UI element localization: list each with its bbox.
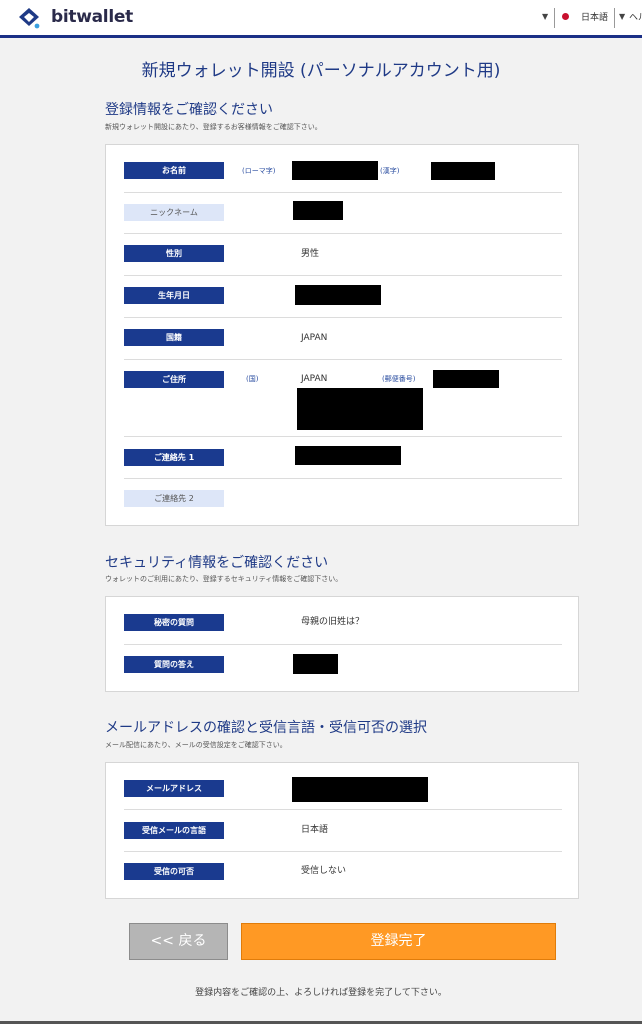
security-section-subtitle: ウォレットのご利用にあたり、登録するセキュリティ情報をご確認下さい。 <box>105 575 343 583</box>
top-header: bitwallet ▼ 日本語 ▼ ヘル <box>0 0 642 38</box>
row-divider <box>124 192 562 193</box>
nickname-redacted <box>293 201 343 220</box>
postal-code-redacted <box>433 370 499 388</box>
kanji-hint: (漢字) <box>380 167 400 175</box>
address-detail-redacted <box>297 388 423 430</box>
email-address-label: メールアドレス <box>124 780 224 797</box>
birthdate-label: 生年月日 <box>124 287 224 304</box>
japan-flag-icon <box>562 13 569 20</box>
secret-question-value: 母親の旧姓は？ <box>301 617 365 627</box>
contact2-label: ご連絡先 2 <box>124 490 224 507</box>
address-country-value: JAPAN <box>301 374 328 384</box>
row-divider <box>124 809 562 810</box>
row-divider <box>124 644 562 645</box>
chevron-down-icon[interactable]: ▼ <box>542 12 548 21</box>
divider <box>554 8 555 28</box>
address-label: ご住所 <box>124 371 224 388</box>
contact1-redacted <box>295 446 401 465</box>
row-divider <box>124 275 562 276</box>
chevron-down-icon[interactable]: ▼ <box>619 12 625 21</box>
email-section-title: メールアドレスの確認と受信言語・受信可否の選択 <box>105 720 427 736</box>
email-card: メールアドレス 受信メールの言語 日本語 受信の可否 受信しない <box>105 762 579 899</box>
mail-language-value: 日本語 <box>301 825 329 835</box>
registration-card: お名前 (ローマ字) (漢字) ニックネーム 性別 男性 生年月日 国籍 JAP… <box>105 144 579 526</box>
mail-receive-label: 受信の可否 <box>124 863 224 880</box>
mail-language-label: 受信メールの言語 <box>124 822 224 839</box>
nationality-value: JAPAN <box>301 333 328 343</box>
country-hint: (国) <box>246 375 259 383</box>
postal-code-hint: (郵便番号) <box>382 375 416 383</box>
secret-answer-label: 質問の答え <box>124 656 224 673</box>
gender-label: 性別 <box>124 245 224 262</box>
row-divider <box>124 233 562 234</box>
registration-section-title: 登録情報をご確認ください <box>105 102 273 118</box>
page-title: 新規ウォレット開設 (パーソナルアカウント用) <box>141 61 501 81</box>
name-romaji-redacted <box>292 161 378 180</box>
security-section-title: セキュリティ情報をご確認ください <box>105 555 329 571</box>
gender-value: 男性 <box>301 249 320 259</box>
contact1-label: ご連絡先 1 <box>124 449 224 466</box>
name-kanji-redacted <box>431 162 495 180</box>
bitwallet-logo-icon[interactable] <box>17 7 41 29</box>
row-divider <box>124 851 562 852</box>
email-address-redacted <box>292 777 428 802</box>
nationality-label: 国籍 <box>124 329 224 346</box>
secret-answer-redacted <box>293 654 338 674</box>
row-divider <box>124 478 562 479</box>
row-divider <box>124 317 562 318</box>
romaji-hint: (ローマ字) <box>242 167 276 175</box>
help-menu[interactable]: ヘル <box>629 10 642 23</box>
secret-question-label: 秘密の質問 <box>124 614 224 631</box>
birthdate-redacted <box>295 285 381 305</box>
email-section-subtitle: メール配信にあたり、メールの受信設定をご確認下さい。 <box>105 741 287 749</box>
name-label: お名前 <box>124 162 224 179</box>
logo-text[interactable]: bitwallet <box>51 7 133 27</box>
language-selector[interactable]: 日本語 <box>581 10 608 23</box>
back-button[interactable]: << 戻る <box>129 923 228 960</box>
complete-registration-button[interactable]: 登録完了 <box>241 923 556 960</box>
row-divider <box>124 436 562 437</box>
nickname-label: ニックネーム <box>124 204 224 221</box>
row-divider <box>124 359 562 360</box>
footer-note: 登録内容をご確認の上、よろしければ登録を完了して下さい。 <box>195 988 447 998</box>
registration-section-subtitle: 新規ウォレット開設にあたり、登録するお客様情報をご確認下さい。 <box>105 123 322 131</box>
divider <box>614 8 615 28</box>
mail-receive-value: 受信しない <box>301 866 347 876</box>
security-card: 秘密の質問 母親の旧姓は？ 質問の答え <box>105 596 579 692</box>
